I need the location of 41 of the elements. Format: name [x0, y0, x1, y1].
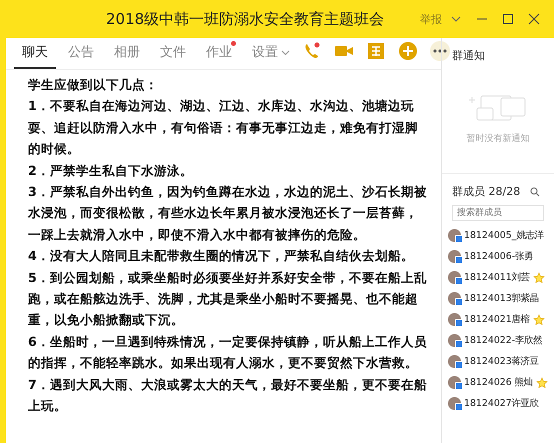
- member-search-field[interactable]: 搜索群成员: [452, 205, 544, 221]
- tab[interactable]: 文件: [152, 43, 194, 69]
- message-paragraph: 2．严禁学生私自下水游泳。: [28, 162, 194, 180]
- tab[interactable]: 相册: [106, 43, 148, 69]
- window-title: 2018级中韩一班防溺水安全教育主题班会: [106, 10, 386, 28]
- empty-notice-text: 暂时没有新通知: [466, 132, 530, 144]
- avatar: [448, 229, 461, 242]
- member-name[interactable]: 18124005_姚志洋: [464, 229, 544, 242]
- search-icon[interactable]: [530, 186, 540, 196]
- tab[interactable]: 作业: [198, 43, 240, 69]
- avatar: [448, 271, 461, 284]
- member-name[interactable]: 18124023蒋济豆: [464, 355, 539, 368]
- member-name[interactable]: 18124013郭紫晶: [464, 292, 539, 305]
- avatar: [448, 313, 461, 326]
- close-icon[interactable]: [528, 13, 540, 25]
- avatar: [448, 397, 461, 410]
- tab[interactable]: 公告: [60, 43, 102, 69]
- more-icon[interactable]: [430, 40, 450, 60]
- maximize-icon[interactable]: [502, 13, 514, 25]
- message-paragraph: 3．严禁私自外出钓鱼，因为钓鱼蹲在水边，水边的泥土、沙石长期被水浸泡，而变很松散，有些水边长年累月被水浸泡还长了一层苔藓，一踩上去就滑入水中，即使不滑入水中都有被摔伤的危险。: [28, 183, 428, 244]
- message-paragraph: 5．到公园划船，或乘坐船时必须要坐好并系好安全带，不要在船上乱跑，或在船舷边洗手、洗脚，尤其是乘坐小船时不要摇晃、也不能超重，以免小船掀翻或下沉。: [28, 268, 428, 330]
- avatar: [448, 334, 461, 347]
- member-name[interactable]: 18124021唐榕: [464, 313, 530, 326]
- member-name[interactable]: 18124006-张勇: [464, 250, 534, 263]
- avatar: [448, 292, 461, 305]
- avatar: [448, 376, 461, 389]
- message-paragraph: 4．没有大人陪同且未配带救生圈的情况下，严禁私自结伙去划船。: [28, 247, 415, 266]
- message-paragraph: 1．不要私自在海边河边、湖边、江边、水库边、水沟边、池塘边玩耍、追赶以防滑入水中，有句俗语：有事无事江边走，难免有打湿脚的时候。: [28, 97, 419, 158]
- members-title: 群成员 28/28: [452, 184, 520, 199]
- tab[interactable]: 聊天: [14, 43, 56, 69]
- message-paragraph: 学生应做到以下几点：: [28, 76, 159, 94]
- avatar: [448, 250, 461, 263]
- member-name[interactable]: 18124011刘芸: [464, 271, 530, 284]
- notice-title: 群通知: [451, 48, 486, 63]
- message-paragraph: 6．坐船时，一旦遇到特殊情况，一定要保持镇静，听从船上工作人员的指挥，不能轻率跳水。如果出现有人溺水，更不要贸然下水营救。: [28, 332, 428, 372]
- member-name[interactable]: 18124027许亚欣: [464, 397, 539, 410]
- member-name[interactable]: 18124022-李欣然: [464, 334, 542, 347]
- avatar: [448, 355, 461, 368]
- tab[interactable]: 设置: [244, 43, 298, 69]
- message-paragraph: 7．遇到大风大雨、大浪或雾太大的天气，最好不要坐船，更不要在船上玩。: [28, 376, 428, 416]
- member-name[interactable]: 18124026 熊灿: [464, 376, 533, 389]
